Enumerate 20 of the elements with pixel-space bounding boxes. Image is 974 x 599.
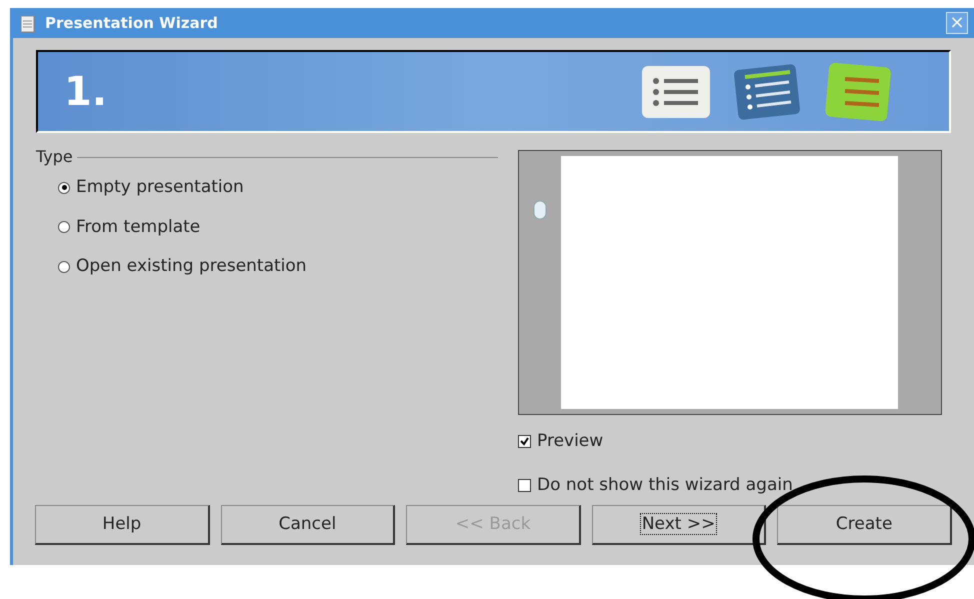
- document-icon: [19, 13, 37, 33]
- step-number: 1.: [64, 68, 108, 116]
- dialog-button[interactable]: Create: [777, 505, 952, 545]
- radio-button[interactable]: [58, 221, 70, 234]
- mouse-icon: [533, 200, 547, 220]
- group-label: Type: [36, 146, 73, 168]
- window-title: Presentation Wizard: [45, 12, 218, 34]
- checkbox[interactable]: [518, 478, 531, 492]
- checkbox-option[interactable]: Preview: [518, 429, 942, 454]
- dialog-button[interactable]: Next >>: [592, 505, 766, 545]
- radio-option[interactable]: Open existing presentation: [58, 254, 498, 280]
- radio-button[interactable]: [58, 260, 70, 273]
- list-icon: [641, 64, 711, 118]
- dialog-button[interactable]: Help: [35, 505, 210, 545]
- checkbox[interactable]: [518, 435, 531, 448]
- radio-button[interactable]: [58, 182, 70, 194]
- radio-option[interactable]: Empty presentation: [58, 175, 498, 200]
- dialog-button[interactable]: Cancel: [220, 505, 396, 545]
- checkbox-option[interactable]: Do not show this wizard again: [518, 472, 942, 498]
- radio-option[interactable]: From template: [58, 214, 498, 240]
